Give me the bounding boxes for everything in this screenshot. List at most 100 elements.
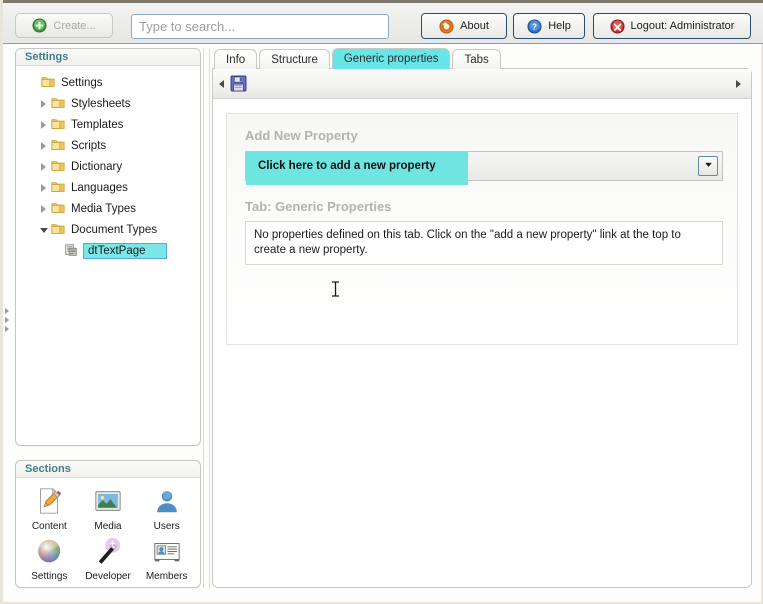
section-item-content[interactable]: Content xyxy=(20,486,79,532)
about-button[interactable]: About xyxy=(421,13,507,39)
top-header-bar: Create... About ? Help xyxy=(3,0,763,44)
tree-item-label: dtTextPage xyxy=(83,242,167,259)
svg-text:?: ? xyxy=(532,21,537,31)
color-sphere-icon xyxy=(34,536,64,569)
tree-item-label: Languages xyxy=(71,181,128,194)
chevron-down-icon xyxy=(703,157,714,175)
main-content-panel: Add New Property Click here to add a new… xyxy=(212,68,752,588)
member-card-icon xyxy=(152,536,182,569)
chevron-right-icon xyxy=(41,99,46,108)
tree-item-dttextpage[interactable]: dtTextPage xyxy=(16,240,200,261)
folder-icon xyxy=(51,96,66,111)
chevron-right-icon xyxy=(41,141,46,150)
tree-item-settings[interactable]: Settings xyxy=(16,72,200,93)
tab-label: Structure xyxy=(271,53,318,66)
chevron-right-icon xyxy=(41,183,46,192)
triangle-left-icon xyxy=(5,317,9,323)
logout-button[interactable]: Logout: Administrator xyxy=(593,13,751,39)
page-pencil-icon xyxy=(34,486,64,519)
add-new-property-link[interactable]: Click here to add a new property xyxy=(246,152,468,180)
folder-icon xyxy=(51,159,66,174)
tree-item-templates[interactable]: Templates xyxy=(16,114,200,135)
sidebar-collapse-handle[interactable] xyxy=(5,308,9,332)
section-item-label: Settings xyxy=(31,571,68,582)
user-silhouette-icon xyxy=(152,486,182,519)
create-button-label: Create... xyxy=(53,19,96,32)
folder-icon xyxy=(51,201,66,216)
property-type-dropdown-button[interactable] xyxy=(698,156,718,176)
help-button[interactable]: ? Help xyxy=(513,13,585,39)
tree-item-dictionary[interactable]: Dictionary xyxy=(16,156,200,177)
tree-item-label: Document Types xyxy=(71,223,158,236)
application-window: Create... About ? Help xyxy=(0,0,763,604)
tab-label: Info xyxy=(226,53,246,66)
sidebar-divider-right xyxy=(209,48,210,588)
tab-section-heading: Tab: Generic Properties xyxy=(245,199,392,214)
section-item-users[interactable]: Users xyxy=(137,486,196,532)
document-type-icon xyxy=(64,243,79,258)
tree-item-languages[interactable]: Languages xyxy=(16,177,200,198)
tree-toggle[interactable] xyxy=(36,204,51,213)
sidebar-divider-left xyxy=(203,48,204,588)
sections-grid: Content Media Users Settings Developer M… xyxy=(16,478,200,582)
chevron-right-icon xyxy=(41,204,46,213)
section-item-label: Users xyxy=(153,521,180,532)
add-new-property-underline xyxy=(246,180,468,185)
triangle-left-icon xyxy=(5,308,9,314)
section-item-media[interactable]: Media xyxy=(79,486,138,532)
chevron-down-icon xyxy=(39,228,48,233)
section-item-settings[interactable]: Settings xyxy=(20,536,79,582)
tree-panel-title: Settings xyxy=(16,49,200,66)
tree-toggle[interactable] xyxy=(36,226,51,233)
folder-icon xyxy=(51,117,66,132)
chevron-right-icon xyxy=(41,162,46,171)
blue-question-circle-icon: ? xyxy=(527,18,542,34)
add-property-row: Click here to add a new property xyxy=(245,151,723,185)
section-item-label: Content xyxy=(31,521,67,532)
tree-toggle[interactable] xyxy=(36,120,51,129)
tree-toggle[interactable] xyxy=(36,183,51,192)
folder-icon xyxy=(51,180,66,195)
settings-tree-panel: Settings Settings Stylesheets Templates … xyxy=(15,48,201,446)
tree-item-label: Templates xyxy=(71,118,124,131)
section-item-label: Developer xyxy=(85,571,131,582)
picture-frame-icon xyxy=(93,486,123,519)
magic-wand-icon xyxy=(93,536,123,569)
section-item-members[interactable]: Members xyxy=(137,536,196,582)
tab-generic-properties[interactable]: Generic properties xyxy=(331,48,451,69)
search-input[interactable] xyxy=(131,14,389,39)
tree-toggle[interactable] xyxy=(36,162,51,171)
help-button-label: Help xyxy=(548,20,571,32)
tab-structure[interactable]: Structure xyxy=(259,49,330,69)
tab-info[interactable]: Info xyxy=(214,49,258,69)
folder-icon xyxy=(51,222,66,237)
logout-button-label: Logout: Administrator xyxy=(630,20,735,32)
triangle-left-icon xyxy=(5,326,9,332)
tree-item-stylesheets[interactable]: Stylesheets xyxy=(16,93,200,114)
tree-item-media-types[interactable]: Media Types xyxy=(16,198,200,219)
tree-item-label: Settings xyxy=(61,76,103,89)
orange-refresh-circle-icon xyxy=(439,18,454,34)
red-x-circle-icon xyxy=(609,18,625,34)
editor-toolbar xyxy=(213,69,751,99)
floppy-disk-save-icon[interactable] xyxy=(230,75,247,92)
folder-icon xyxy=(51,138,66,153)
tree-toggle[interactable] xyxy=(36,99,51,108)
create-button[interactable]: Create... xyxy=(15,13,113,38)
tree-item-label: Scripts xyxy=(71,139,107,152)
tab-tabs[interactable]: Tabs xyxy=(452,49,501,69)
add-new-property-heading: Add New Property xyxy=(245,128,358,143)
triangle-right-icon[interactable] xyxy=(736,79,741,88)
tree-toggle[interactable] xyxy=(36,141,51,150)
about-button-label: About xyxy=(460,20,489,32)
tree-item-label: Dictionary xyxy=(71,160,123,173)
section-item-developer[interactable]: Developer xyxy=(79,536,138,582)
no-properties-message: No properties defined on this tab. Click… xyxy=(245,221,723,265)
triangle-left-icon[interactable] xyxy=(219,79,224,88)
tree-item-label: Stylesheets xyxy=(71,97,131,110)
green-plus-circle-icon xyxy=(32,18,47,33)
tree-item-scripts[interactable]: Scripts xyxy=(16,135,200,156)
tree-item-document-types[interactable]: Document Types xyxy=(16,219,200,240)
tree-item-label: Media Types xyxy=(71,202,136,215)
sections-panel: Sections Content Media Users Settings De… xyxy=(15,460,201,588)
